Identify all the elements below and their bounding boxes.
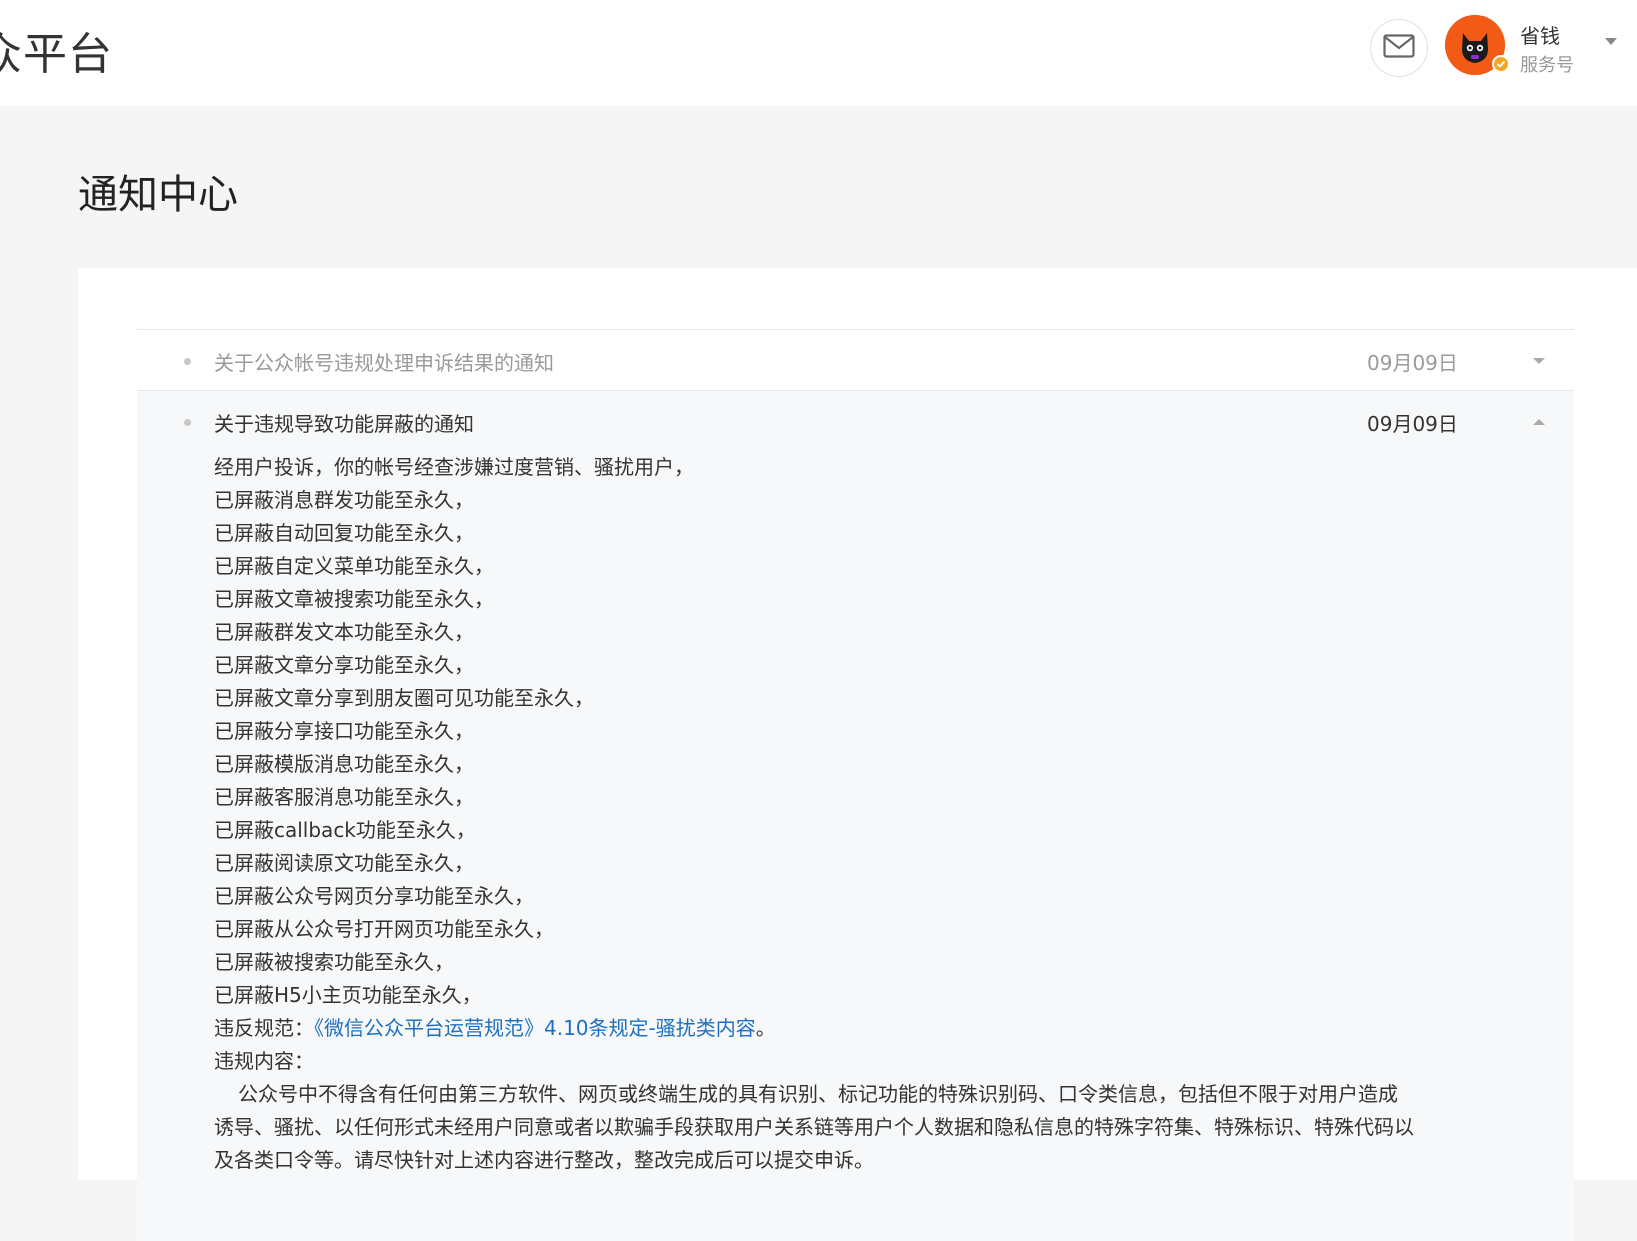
notice-date: 09月09日 bbox=[1367, 412, 1458, 436]
violation-label: 违反规范： bbox=[214, 1016, 314, 1040]
notice-line: 已屏蔽分享接口功能至永久， bbox=[214, 719, 474, 743]
brand-logo-text[interactable]: 众平台 bbox=[0, 18, 113, 82]
violation-end: 。 bbox=[755, 1016, 776, 1040]
notice-line: 已屏蔽阅读原文功能至永久， bbox=[214, 851, 474, 875]
notice-line: 已屏蔽群发文本功能至永久， bbox=[214, 620, 474, 644]
bullet-dot-icon bbox=[184, 358, 191, 365]
rule-link[interactable]: 《微信公众平台运营规范》4.10条规定-骚扰类内容 bbox=[314, 1016, 756, 1040]
notice-line: 已屏蔽文章分享功能至永久， bbox=[214, 653, 474, 677]
content-label: 违规内容： bbox=[214, 1049, 314, 1073]
notice-row-function-blocked[interactable]: 关于违规导致功能屏蔽的通知 09月09日 经用户投诉，你的帐号经查涉嫌过度营销、… bbox=[137, 391, 1574, 1241]
notice-line: 已屏蔽H5小主页功能至永久， bbox=[214, 983, 482, 1007]
notice-line: 已屏蔽公众号网页分享功能至永久， bbox=[214, 884, 534, 908]
notice-list: 关于公众帐号违规处理申诉结果的通知 09月09日 关于违规导致功能屏蔽的通知 0… bbox=[137, 329, 1574, 1241]
verified-badge-icon bbox=[1492, 55, 1510, 73]
notice-row-appeal-result[interactable]: 关于公众帐号违规处理申诉结果的通知 09月09日 bbox=[137, 330, 1574, 391]
mail-button[interactable] bbox=[1370, 19, 1428, 77]
notice-line: 已屏蔽被搜索功能至永久， bbox=[214, 950, 454, 974]
collapse-caret-icon[interactable] bbox=[1533, 419, 1545, 425]
notice-line: 已屏蔽自定义菜单功能至永久， bbox=[214, 554, 494, 578]
notice-title[interactable]: 关于违规导致功能屏蔽的通知 bbox=[214, 408, 474, 437]
bullet-dot-icon bbox=[184, 419, 191, 426]
notice-line: 已屏蔽callback功能至永久， bbox=[214, 818, 476, 842]
account-type: 服务号 bbox=[1520, 55, 1574, 76]
violation-content-text: 公众号中不得含有任何由第三方软件、网页或终端生成的具有识别、标记功能的特殊识别码… bbox=[214, 1082, 1414, 1172]
notice-line: 已屏蔽模版消息功能至永久， bbox=[214, 752, 474, 776]
notice-body: 经用户投诉，你的帐号经查涉嫌过度营销、骚扰用户， 已屏蔽消息群发功能至永久， 已… bbox=[214, 451, 1414, 1177]
expand-caret-icon[interactable] bbox=[1533, 358, 1545, 364]
notice-panel: 关于公众帐号违规处理申诉结果的通知 09月09日 关于违规导致功能屏蔽的通知 0… bbox=[78, 268, 1637, 1241]
account-dropdown-caret-icon[interactable] bbox=[1605, 38, 1617, 45]
notice-line: 已屏蔽消息群发功能至永久， bbox=[214, 488, 474, 512]
account-name[interactable]: 省钱 bbox=[1520, 20, 1560, 49]
top-bar: 众平台 省钱 服务号 bbox=[0, 0, 1637, 106]
notice-title[interactable]: 关于公众帐号违规处理申诉结果的通知 bbox=[214, 347, 554, 376]
notice-line: 已屏蔽文章分享到朋友圈可见功能至永久， bbox=[214, 686, 594, 710]
notice-date: 09月09日 bbox=[1367, 351, 1458, 375]
notice-line: 已屏蔽自动回复功能至永久， bbox=[214, 521, 474, 545]
notice-line: 已屏蔽文章被搜索功能至永久， bbox=[214, 587, 494, 611]
violation-rule-line: 违反规范：《微信公众平台运营规范》4.10条规定-骚扰类内容。 bbox=[214, 1012, 1414, 1045]
envelope-icon bbox=[1383, 34, 1415, 62]
notice-line: 经用户投诉，你的帐号经查涉嫌过度营销、骚扰用户， bbox=[214, 455, 694, 479]
notice-line: 已屏蔽客服消息功能至永久， bbox=[214, 785, 474, 809]
page-title: 通知中心 bbox=[78, 172, 238, 218]
notice-line: 已屏蔽从公众号打开网页功能至永久， bbox=[214, 917, 554, 941]
